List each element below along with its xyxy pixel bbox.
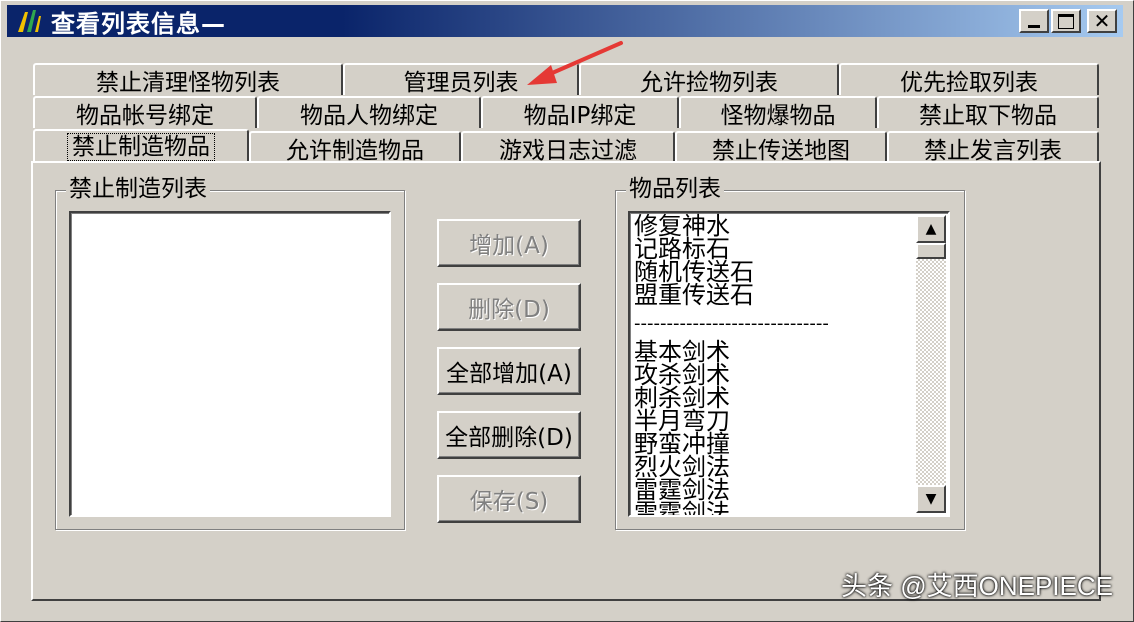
tab-label: 物品人物绑定	[300, 103, 438, 129]
window-title: 查看列表信息—	[51, 9, 226, 38]
tab-label: 物品IP绑定	[523, 103, 637, 129]
tab-ban-clean-monster[interactable]: 禁止清理怪物列表	[33, 63, 343, 96]
arrow-up-icon: ▲	[925, 221, 937, 237]
add-button[interactable]: 增加(A)	[437, 219, 581, 267]
tab-allow-make-item[interactable]: 允许制造物品	[249, 131, 461, 164]
app-icon	[15, 8, 43, 34]
tab-label: 禁止发言列表	[924, 138, 1062, 164]
close-icon: ✕	[1093, 9, 1111, 33]
ban-make-listbox[interactable]	[69, 211, 391, 517]
minimize-icon	[1028, 24, 1040, 28]
scroll-up-button[interactable]: ▲	[916, 215, 946, 243]
watermark: 头条 @艾西ONEPIECE	[841, 571, 1113, 601]
maximize-icon	[1058, 13, 1074, 29]
tab-label: 禁止传送地图	[712, 138, 850, 164]
tab-item-ip-bind[interactable]: 物品IP绑定	[481, 96, 679, 129]
tab-item-char-bind[interactable]: 物品人物绑定	[257, 96, 481, 129]
maximize-button[interactable]	[1051, 9, 1081, 33]
close-button[interactable]: ✕	[1087, 9, 1117, 33]
main-window: 查看列表信息— ✕ 禁止清理怪物列表 管理员列表 允许捡物列表 优先捡取列表 物…	[0, 0, 1134, 622]
vertical-scrollbar[interactable]: ▲ ▼	[916, 215, 946, 513]
tab-monster-drop[interactable]: 怪物爆物品	[679, 96, 877, 129]
group-title: 禁止制造列表	[66, 175, 210, 203]
delete-all-button[interactable]: 全部删除(D)	[437, 411, 581, 459]
group-title: 物品列表	[626, 175, 724, 203]
item-listbox[interactable]: 修复神水 记路标石 随机传送石 盟重传送石 ----------------------…	[628, 211, 950, 517]
annotation-arrow-icon	[527, 41, 623, 85]
minimize-button[interactable]	[1019, 9, 1049, 33]
tab-ban-make-item[interactable]: 禁止制造物品	[33, 129, 249, 163]
tab-label: 禁止取下物品	[919, 103, 1057, 129]
list-separator: ------------------------------	[634, 313, 829, 334]
tab-label: 管理员列表	[403, 70, 519, 96]
title-bar[interactable]: 查看列表信息— ✕	[7, 5, 1123, 38]
tab-label: 允许制造物品	[286, 138, 424, 164]
tab-label: 怪物爆物品	[720, 103, 836, 129]
tab-item-account-bind[interactable]: 物品帐号绑定	[33, 96, 257, 129]
delete-button[interactable]: 删除(D)	[437, 283, 581, 331]
add-all-button[interactable]: 全部增加(A)	[437, 347, 581, 395]
tab-label: 游戏日志过滤	[499, 138, 637, 164]
list-item[interactable]: 雷霆剑法	[634, 501, 914, 515]
tab-ban-teleport-map[interactable]: 禁止传送地图	[675, 131, 887, 164]
tab-ban-remove-item[interactable]: 禁止取下物品	[877, 96, 1099, 129]
tab-label: 允许捡物列表	[640, 70, 778, 96]
tab-game-log-filter[interactable]: 游戏日志过滤	[461, 131, 675, 164]
tab-label: 物品帐号绑定	[76, 103, 214, 129]
item-list: 修复神水 记路标石 随机传送石 盟重传送石 ----------------------…	[634, 214, 914, 515]
scroll-down-button[interactable]: ▼	[916, 485, 946, 513]
tab-label: 禁止清理怪物列表	[96, 70, 280, 96]
tab-label: 优先捡取列表	[900, 70, 1038, 96]
list-item[interactable]: 盟重传送石	[634, 283, 914, 307]
save-button[interactable]: 保存(S)	[437, 475, 581, 523]
tab-ban-chat-list[interactable]: 禁止发言列表	[887, 131, 1099, 164]
tab-priority-pickup[interactable]: 优先捡取列表	[839, 63, 1099, 96]
tab-label: 禁止制造物品	[67, 133, 215, 161]
scroll-thumb[interactable]	[916, 243, 946, 259]
arrow-down-icon: ▼	[925, 491, 937, 507]
